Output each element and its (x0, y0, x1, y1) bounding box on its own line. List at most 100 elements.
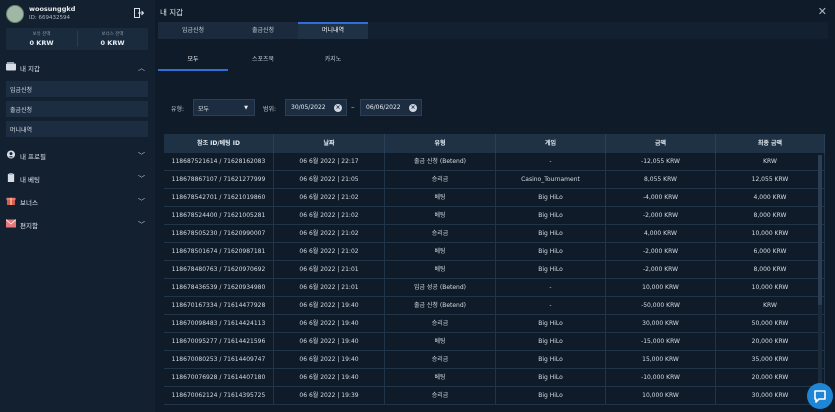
table-cell: 06 6월 2022 | 22:17 (274, 153, 385, 171)
table-cell: 06 6월 2022 | 19:40 (274, 315, 385, 333)
sidebar-subitem-withdraw[interactable]: 출금신청 (6, 101, 148, 117)
subtab-sportsbook[interactable]: 스포츠북 (228, 49, 298, 71)
table-cell: Big HiLo (496, 207, 606, 225)
table-cell: 06 6월 2022 | 21:02 (274, 207, 385, 225)
table-cell: 06 6월 2022 | 21:02 (274, 225, 385, 243)
chat-button[interactable] (807, 383, 833, 409)
clear-icon[interactable]: × (409, 104, 417, 112)
table-cell: 06 6월 2022 | 21:01 (274, 279, 385, 297)
username: woosunggkd (29, 5, 76, 13)
sidebar-subitem-money-history[interactable]: 머니내역 (6, 121, 148, 137)
sidebar: woosunggkd ID: 669432594 보유 잔액 0 KRW 보너스… (0, 0, 155, 412)
table-cell: 10,000 KRW (716, 279, 825, 297)
column-header: 게임 (496, 134, 606, 153)
table-row[interactable]: 118670076928 / 71614407180 06 6월 2022 | 1… (164, 369, 825, 387)
scrollbar[interactable] (818, 155, 822, 405)
table-row[interactable]: 118678867107 / 71621277999 06 6월 2022 | 2… (164, 171, 825, 189)
sidebar-item-mailbox[interactable]: 편지함 ﹀ (0, 214, 155, 234)
table-row[interactable]: 118678480763 / 71620970692 06 6월 2022 | 2… (164, 261, 825, 279)
column-header: 최종 금액 (716, 134, 825, 153)
gift-icon (6, 197, 16, 205)
table-cell: 20,000 KRW (716, 333, 825, 351)
page-title: 내 지갑 (160, 8, 184, 17)
table-cell: - (496, 279, 606, 297)
table-cell: Big HiLo (496, 261, 606, 279)
column-header: 금액 (606, 134, 716, 153)
date-from-input[interactable]: 30/05/2022 × (285, 99, 347, 116)
table-cell: 118678867107 / 71621277999 (164, 171, 274, 189)
close-icon[interactable]: ✕ (818, 5, 827, 18)
bonus-balance: 보너스 잔액 0 KRW (77, 31, 148, 47)
table-row[interactable]: 118678436539 / 71620934980 06 6월 2022 | 2… (164, 279, 825, 297)
tab-withdraw[interactable]: 출금신청 (228, 22, 298, 39)
scrollbar-thumb[interactable] (818, 155, 822, 305)
chevron-down-icon: ﹀ (138, 175, 145, 183)
sidebar-item-label: 편지함 (20, 222, 38, 230)
table-cell: -10,000 KRW (606, 369, 716, 387)
logout-icon[interactable] (134, 8, 144, 18)
range-separator: – (351, 103, 355, 111)
date-to-input[interactable]: 06/06/2022 × (360, 99, 422, 116)
clear-icon[interactable]: × (334, 104, 342, 112)
table-cell: Big HiLo (496, 189, 606, 207)
table-cell: 베팅 (385, 261, 496, 279)
sidebar-item-wallet[interactable]: 내 지갑 ︿ (0, 57, 155, 77)
chat-icon (814, 390, 826, 403)
table-cell: 승리금 (385, 387, 496, 405)
column-header: 참조 ID/베팅 ID (164, 134, 274, 153)
table-cell: 118670098483 / 71614424113 (164, 315, 274, 333)
app-root: woosunggkd ID: 669432594 보유 잔액 0 KRW 보너스… (0, 0, 835, 412)
table-row[interactable]: 118678524400 / 71621005281 06 6월 2022 | 2… (164, 207, 825, 225)
subtab-casino[interactable]: 카지노 (298, 49, 368, 71)
caret-down-icon: ▼ (244, 105, 248, 111)
chevron-down-icon: ﹀ (138, 221, 145, 229)
table-cell: -2,000 KRW (606, 261, 716, 279)
sidebar-subitem-label: 입금신청 (10, 87, 33, 94)
table-cell: 12,055 KRW (716, 171, 825, 189)
balance-panel: 보유 잔액 0 KRW 보너스 잔액 0 KRW (6, 28, 148, 50)
sidebar-item-bets[interactable]: 내 베팅 ﹀ (0, 168, 155, 188)
table-cell: 출금 신청 (Betend) (385, 297, 496, 315)
wallet-icon (6, 62, 16, 71)
clipboard-icon (7, 173, 15, 182)
table-cell: 10,000 KRW (606, 279, 716, 297)
table-cell: -12,055 KRW (606, 153, 716, 171)
table-cell: 30,000 KRW (606, 315, 716, 333)
table-cell: -2,000 KRW (606, 207, 716, 225)
table-cell: 118670095277 / 71614421596 (164, 333, 274, 351)
table-row[interactable]: 118678501674 / 71620987181 06 6월 2022 | 2… (164, 243, 825, 261)
table-row[interactable]: 118670167334 / 71614477928 06 6월 2022 | 1… (164, 297, 825, 315)
table-row[interactable]: 118678505230 / 71620990007 06 6월 2022 | 2… (164, 225, 825, 243)
table-row[interactable]: 118670095277 / 71614421596 06 6월 2022 | 1… (164, 333, 825, 351)
user-icon (6, 150, 16, 159)
table-cell: 10,000 KRW (606, 387, 716, 405)
table-cell: 출금 신청 (Betend) (385, 153, 496, 171)
table-cell: KRW (716, 153, 825, 171)
table-row[interactable]: 118678542701 / 71621019860 06 6월 2022 | 2… (164, 189, 825, 207)
avatar[interactable] (6, 5, 24, 23)
table-row[interactable]: 118670098483 / 71614424113 06 6월 2022 | 1… (164, 315, 825, 333)
sidebar-item-profile[interactable]: 내 프로필 ﹀ (0, 145, 155, 165)
table-cell: 4,000 KRW (716, 189, 825, 207)
table-row[interactable]: 118670080253 / 71614409747 06 6월 2022 | 1… (164, 351, 825, 369)
subtab-bar: 모두 스포츠북 카지노 (158, 49, 828, 71)
main-panel: 내 지갑 ✕ 입금신청 출금신청 머니내역 모두 스포츠북 카지노 유형: 모두… (155, 0, 835, 412)
sidebar-subitem-label: 출금신청 (10, 107, 33, 114)
subtab-all[interactable]: 모두 (158, 49, 228, 71)
tab-money-history[interactable]: 머니내역 (298, 22, 368, 39)
table-cell: Big HiLo (496, 315, 606, 333)
tab-deposit[interactable]: 입금신청 (158, 22, 228, 39)
sidebar-subitem-deposit[interactable]: 입금신청 (6, 81, 148, 97)
table-cell: Big HiLo (496, 387, 606, 405)
table-cell: 8,000 KRW (716, 261, 825, 279)
type-label: 유형: (171, 106, 185, 113)
table-cell: 118670167334 / 71614477928 (164, 297, 274, 315)
sidebar-item-bonus[interactable]: 보너스 ﹀ (0, 191, 155, 211)
table-cell: 06 6월 2022 | 21:02 (274, 189, 385, 207)
table-row[interactable]: 118670062124 / 71614395725 06 6월 2022 | 1… (164, 387, 825, 405)
bonus-balance-label: 보너스 잔액 (101, 32, 124, 37)
type-select[interactable]: 모두 ▼ (193, 99, 255, 116)
table-cell: Big HiLo (496, 351, 606, 369)
table-row[interactable]: 118687521614 / 71628162083 06 6월 2022 | 2… (164, 153, 825, 171)
table-cell: 35,000 KRW (716, 351, 825, 369)
